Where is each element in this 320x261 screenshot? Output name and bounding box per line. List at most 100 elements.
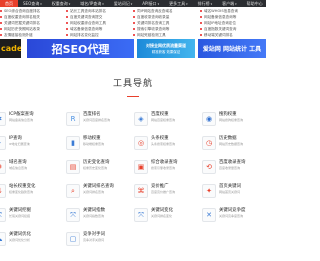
weight-icon: ◈	[134, 112, 148, 126]
tool-item[interactable]: ⌕ 关键词排名查询 关键词排名查询	[66, 184, 117, 198]
bullet-icon	[66, 10, 68, 12]
bullet-icon	[133, 22, 135, 24]
tool-desc: 关键词竞争度查询	[219, 214, 244, 218]
tool-desc: IP地址归属查询	[9, 142, 30, 146]
tool-desc: 关键词优化分析	[9, 238, 31, 242]
chevron-down-icon: ▾	[186, 1, 188, 6]
link-text: 网站IP地址查询定位	[204, 20, 236, 25]
chevron-down-icon: ▾	[40, 1, 42, 6]
tab-words[interactable]: 爱站词记 ▾	[109, 0, 138, 7]
tool-desc: 百度竞价推广查询	[151, 190, 176, 194]
link-text: 百度权重查询排名相关	[4, 14, 40, 19]
link-text: 关键词排名查询工具	[137, 20, 170, 25]
tool-item[interactable]: ⟲ 百度收录查询 百度收录量查询	[202, 160, 253, 174]
tool-item[interactable]: ◈ 百度权重 网站百度权重查询	[134, 112, 185, 126]
tab-help[interactable]: 帮助中心	[242, 0, 268, 7]
tool-item[interactable]: ◎ 头条权重 头条搜索权重查询	[134, 136, 185, 150]
title-underline	[127, 96, 139, 97]
link-item[interactable]: 网站排名变化监控	[66, 32, 126, 38]
tool-text: 历史变化查询 权重历史变化查询	[83, 160, 117, 170]
tool-desc: 关键词指数查询	[83, 214, 105, 218]
tab-domain[interactable]: 域名/IP查询 ▾	[75, 0, 108, 7]
chevron-down-icon: ▾	[68, 1, 71, 6]
tool-item[interactable]: ⤧ 关键词变化 关键词排名变化	[134, 208, 185, 222]
banner-stats-tool[interactable]: 爱站网 网站统计 工具	[198, 39, 266, 58]
tab-label: 更多工具	[169, 0, 186, 6]
section-title: 工具导航	[112, 79, 153, 89]
link-text: 网站备案信息查询等	[204, 14, 237, 19]
change-icon: ▤	[66, 160, 80, 174]
tool-text: 竞价推广 百度竞价推广查询	[151, 184, 185, 194]
tool-text: 关键词竞争度 关键词竞争度查询	[219, 208, 253, 218]
tab-api[interactable]: API接口 ▾	[137, 0, 164, 7]
promo-links: SEO综合查询百度排名 百度权重查询排名相关 关键词挖掘关键词排名 网站历史快照网站收…	[0, 8, 266, 38]
banner-seo-agent[interactable]: 招SEO代理	[27, 39, 134, 58]
tab-label: 客户端	[222, 0, 235, 6]
tool-item[interactable]: ✕ 关键词竞争度 关键词竞争度查询	[202, 208, 253, 222]
tool-item[interactable]: ◷ 历史数据 网站历史数据查询	[202, 136, 253, 150]
rival-icon: ▢	[66, 232, 80, 246]
tab-more-tools[interactable]: 更多工具 ▾	[164, 0, 193, 7]
chevron-down-icon: ▾	[157, 1, 160, 6]
tool-item[interactable]: ☁关键词优化关键词优化分析	[0, 232, 43, 246]
tab-label: 排行榜	[197, 0, 210, 6]
bullet-icon	[66, 22, 68, 24]
banner-ad-1[interactable]: cade	[0, 39, 21, 58]
tool-text: 站长权重变化 权重变化趋势查询	[9, 184, 43, 194]
link-item[interactable]: 友情链接检测外链	[0, 32, 60, 38]
bullet-icon	[133, 10, 135, 12]
banner-text: 爱站网 网站统计 工具	[202, 46, 262, 53]
tool-text: 百度排名 关键词百度排名查询	[83, 112, 117, 122]
link-text: 移动端关键词排名	[204, 32, 233, 37]
tool-desc: 网站搜狗权重查询	[219, 118, 244, 122]
tool-text: 综合收录查询 搜索引擎收录查询	[151, 160, 185, 170]
tool-item[interactable]: ✺域名查询域名信息查询	[0, 160, 43, 174]
tool-desc: 竞争对手关键词	[83, 238, 105, 242]
link-text: 百度指数关键词查询	[204, 26, 237, 31]
tab-rankings[interactable]: 排行榜 ▾	[193, 0, 218, 7]
banner-text: cade	[1, 44, 21, 53]
index-icon: ▣	[134, 160, 148, 174]
tool-desc: 百度收录量查询	[219, 166, 241, 170]
link-item[interactable]: 网站死链检测工具	[133, 32, 193, 38]
banner-traffic[interactable]: 对接全网优质流量渠道 精准获客 效果保证	[137, 39, 195, 58]
tool-desc: 关键词排名变化	[151, 214, 173, 218]
tool-item[interactable]: ▤ 历史变化查询 权重历史变化查询	[66, 160, 117, 174]
link-text: 网站历史快照网站收录	[4, 26, 40, 31]
tab-client[interactable]: 客户端 ▾	[217, 0, 242, 7]
bullet-icon	[66, 16, 68, 18]
mobile-icon: ▮	[66, 136, 80, 150]
tool-desc: 网站备案信息查询	[9, 118, 34, 122]
tool-item[interactable]: ⇅站长权重变化权重变化趋势查询	[0, 184, 43, 198]
tool-text: 关键词变化 关键词排名变化	[151, 208, 185, 218]
tool-item[interactable]: R 百度排名 关键词百度排名查询	[66, 112, 117, 126]
tool-text: 关键词挖掘 长尾关键词挖掘	[9, 208, 43, 218]
tool-desc: 权重历史变化查询	[83, 166, 108, 170]
bullet-icon	[66, 28, 68, 30]
tool-item[interactable]: ✦ 首页关键词 网站首页关键词	[202, 184, 253, 198]
link-text: 网站权重综合查询工具	[70, 20, 106, 25]
tab-label: 帮助中心	[246, 0, 263, 6]
tool-item[interactable]: ▢ 竞争对手词 竞争对手关键词	[66, 232, 117, 246]
tool-item[interactable]: ▣ 综合收录查询 搜索引擎收录查询	[134, 160, 185, 174]
tool-item[interactable]: ⌘ 竞价推广 百度竞价推广查询	[134, 184, 185, 198]
tab-weight[interactable]: 权重查询 ▾	[47, 0, 76, 7]
tab-seo[interactable]: SEO查询 ▾	[18, 0, 47, 7]
tool-item[interactable]: ◉ 搜狗权重 网站搜狗权重查询	[202, 112, 253, 126]
tab-label: SEO查询	[23, 0, 40, 6]
chevron-down-icon: ▾	[210, 1, 213, 6]
tool-item[interactable]: ⌖IP查询IP地址归属查询	[0, 136, 43, 150]
tool-item[interactable]: ⤧关键词挖掘长尾关键词挖掘	[0, 208, 43, 222]
tool-item[interactable]: ⤧ 关键词指数 关键词指数查询	[66, 208, 117, 222]
toutiao-icon: ◎	[134, 136, 148, 150]
tool-text: 头条权重 头条搜索权重查询	[151, 136, 185, 146]
link-item[interactable]: 移动端关键词排名	[200, 32, 260, 38]
tab-home[interactable]: 首页	[0, 0, 18, 7]
tool-text: 域名查询 域名信息查询	[9, 160, 43, 170]
tool-item[interactable]: ✱ICP备案查询网站备案信息查询	[0, 112, 43, 126]
bullet-icon	[0, 16, 2, 18]
tool-text: IP查询 IP地址归属查询	[9, 136, 43, 146]
tool-item[interactable]: ▮ 移动权重 移动端权重查询	[66, 136, 117, 150]
link-text: 网站排名变化监控	[70, 32, 99, 37]
link-text: 关键词挖掘关键词排名	[4, 20, 40, 25]
